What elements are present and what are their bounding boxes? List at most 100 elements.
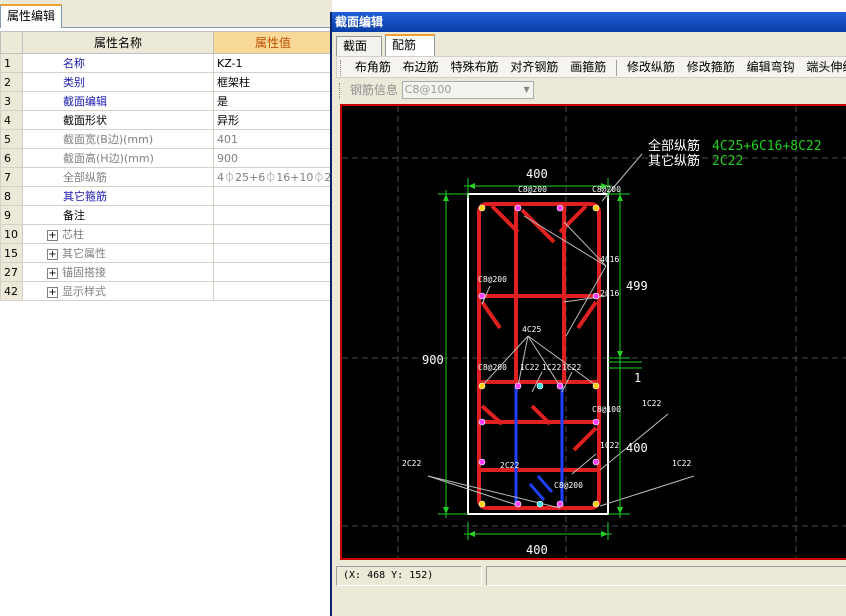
property-value[interactable]: 401 — [213, 129, 333, 149]
stirrup-label: C8@200 — [478, 363, 507, 372]
expand-plus-icon[interactable]: + — [47, 229, 58, 241]
leader-line — [481, 335, 529, 387]
property-name-text: 名称 — [63, 57, 85, 70]
table-row[interactable]: 5 截面宽(B边)(mm) 401 — [0, 129, 333, 149]
table-row[interactable]: 42 + 显示样式 — [0, 281, 333, 301]
window-title[interactable]: 截面编辑 — [332, 12, 846, 32]
rebar-point[interactable] — [514, 204, 522, 212]
property-value[interactable]: 是 — [213, 91, 333, 111]
concrete-outline — [467, 193, 609, 515]
draw-stirrup-button[interactable]: 画箍筋 — [566, 57, 610, 77]
table-row[interactable]: 6 截面高(H边)(mm) 900 — [0, 148, 333, 168]
property-value[interactable] — [213, 262, 333, 282]
rebar-point[interactable] — [536, 382, 544, 390]
header-property-name[interactable]: 属性名称 — [22, 31, 214, 54]
stirrup-label: C8@200 — [518, 185, 547, 194]
property-value[interactable] — [213, 186, 333, 206]
property-value[interactable]: 异形 — [213, 110, 333, 130]
tab-rebar[interactable]: 配筋 — [385, 34, 435, 56]
section-drawing-canvas[interactable]: 400 400 900 499 1 400 全部纵筋 4C25+6C16+8C2… — [340, 104, 846, 560]
toolbar-grip[interactable] — [340, 60, 344, 76]
table-row[interactable]: 4 截面形状 异形 — [0, 110, 333, 130]
property-name-text: 类别 — [63, 76, 85, 89]
table-row[interactable]: 3 截面编辑 是 — [0, 91, 333, 111]
rebar-point[interactable] — [592, 382, 600, 390]
table-row[interactable]: 15 + 其它属性 — [0, 243, 333, 263]
row-index: 1 — [0, 53, 23, 73]
rebar-point[interactable] — [592, 418, 600, 426]
property-name-text: 全部纵筋 — [63, 171, 107, 184]
rebar-label-1c22: 1C22 — [600, 441, 619, 450]
rebar-label-2c16: 2C16 — [600, 289, 619, 298]
table-row[interactable]: 8 其它箍筋 — [0, 186, 333, 206]
property-value[interactable] — [213, 224, 333, 244]
expand-plus-icon[interactable]: + — [47, 267, 58, 279]
property-value[interactable]: 框架柱 — [213, 72, 333, 92]
rebar-point[interactable] — [556, 204, 564, 212]
property-value[interactable]: KZ-1 — [213, 53, 333, 73]
rebar-info-value: C8@100 — [404, 83, 452, 96]
chevron-down-icon: ▼ — [523, 85, 530, 94]
expand-plus-icon[interactable]: + — [47, 248, 58, 260]
rebar-label-1c22: 1C22 — [520, 363, 539, 372]
modify-longitudinal-button[interactable]: 修改纵筋 — [623, 57, 679, 77]
tab-section[interactable]: 截面 — [336, 36, 382, 56]
hook — [576, 300, 598, 330]
property-value[interactable] — [213, 243, 333, 263]
property-value[interactable] — [213, 281, 333, 301]
property-name: 截面高(H边)(mm) — [22, 148, 214, 168]
table-row[interactable]: 27 + 锚固搭接 — [0, 262, 333, 282]
rebar-point[interactable] — [592, 500, 600, 508]
end-stretch-button[interactable]: 端头伸缩 — [802, 57, 846, 77]
hook — [520, 208, 556, 244]
rebar-point[interactable] — [592, 458, 600, 466]
dim-top-label: 400 — [526, 167, 548, 181]
property-value[interactable]: 4⏀25+6⏀16+10⏀22 — [213, 167, 333, 187]
property-tabstrip: 属性编辑 — [0, 0, 332, 28]
rebar-point[interactable] — [514, 382, 522, 390]
property-value[interactable]: 900 — [213, 148, 333, 168]
rebar-point[interactable] — [478, 418, 486, 426]
place-side-rebar-button[interactable]: 布边筋 — [399, 57, 443, 77]
table-row[interactable]: 10 + 芯柱 — [0, 224, 333, 244]
table-row[interactable]: 7 全部纵筋 4⏀25+6⏀16+10⏀22 — [0, 167, 333, 187]
rebar-point[interactable] — [478, 382, 486, 390]
rebar-point[interactable] — [478, 204, 486, 212]
rebar-point[interactable] — [478, 292, 486, 300]
rebar-label-2c22: 2C22 — [500, 461, 519, 470]
rebar-point[interactable] — [536, 500, 544, 508]
property-name-text: 其它属性 — [62, 247, 106, 260]
property-name-text: 备注 — [63, 209, 85, 222]
header-property-value[interactable]: 属性值 — [213, 31, 333, 54]
table-row[interactable]: 1 名称 KZ-1 — [0, 53, 333, 73]
edit-hook-button[interactable]: 编辑弯钩 — [743, 57, 799, 77]
rebar-point[interactable] — [514, 500, 522, 508]
dim-arrow — [617, 351, 623, 358]
rebar-point[interactable] — [592, 204, 600, 212]
rebar-toolbar: 布角筋 布边筋 特殊布筋 对齐钢筋 画箍筋 修改纵筋 修改箍筋 编辑弯钩 端头伸… — [336, 56, 846, 78]
property-value[interactable] — [213, 205, 333, 225]
special-rebar-button[interactable]: 特殊布筋 — [447, 57, 503, 77]
tab-property-edit[interactable]: 属性编辑 — [0, 4, 63, 28]
row-index: 15 — [0, 243, 23, 263]
row-index: 8 — [0, 186, 23, 206]
row-index: 9 — [0, 205, 23, 225]
rebar-info-select[interactable]: C8@100 ▼ — [401, 81, 534, 99]
row-index: 2 — [0, 72, 23, 92]
rebar-point[interactable] — [556, 382, 564, 390]
table-row[interactable]: 9 备注 — [0, 205, 333, 225]
property-name-text: 锚固搭接 — [62, 266, 106, 279]
property-table: 属性名称 属性值 1 名称 KZ-1 2 类别 框架柱 3 截面编辑 是 4 截面形状 异形 5 截面宽(… — [0, 31, 333, 301]
rebar-point[interactable] — [478, 458, 486, 466]
rebar-point[interactable] — [556, 500, 564, 508]
rebar-point[interactable] — [478, 500, 486, 508]
align-rebar-button[interactable]: 对齐钢筋 — [506, 57, 562, 77]
toolbar-grip[interactable] — [339, 83, 343, 99]
dimension-arrows — [443, 183, 623, 537]
dim-bottom-label: 400 — [526, 543, 548, 557]
table-row[interactable]: 2 类别 框架柱 — [0, 72, 333, 92]
expand-plus-icon[interactable]: + — [47, 286, 58, 298]
modify-stirrup-button[interactable]: 修改箍筋 — [683, 57, 739, 77]
rebar-point[interactable] — [592, 292, 600, 300]
place-corner-rebar-button[interactable]: 布角筋 — [351, 57, 395, 77]
